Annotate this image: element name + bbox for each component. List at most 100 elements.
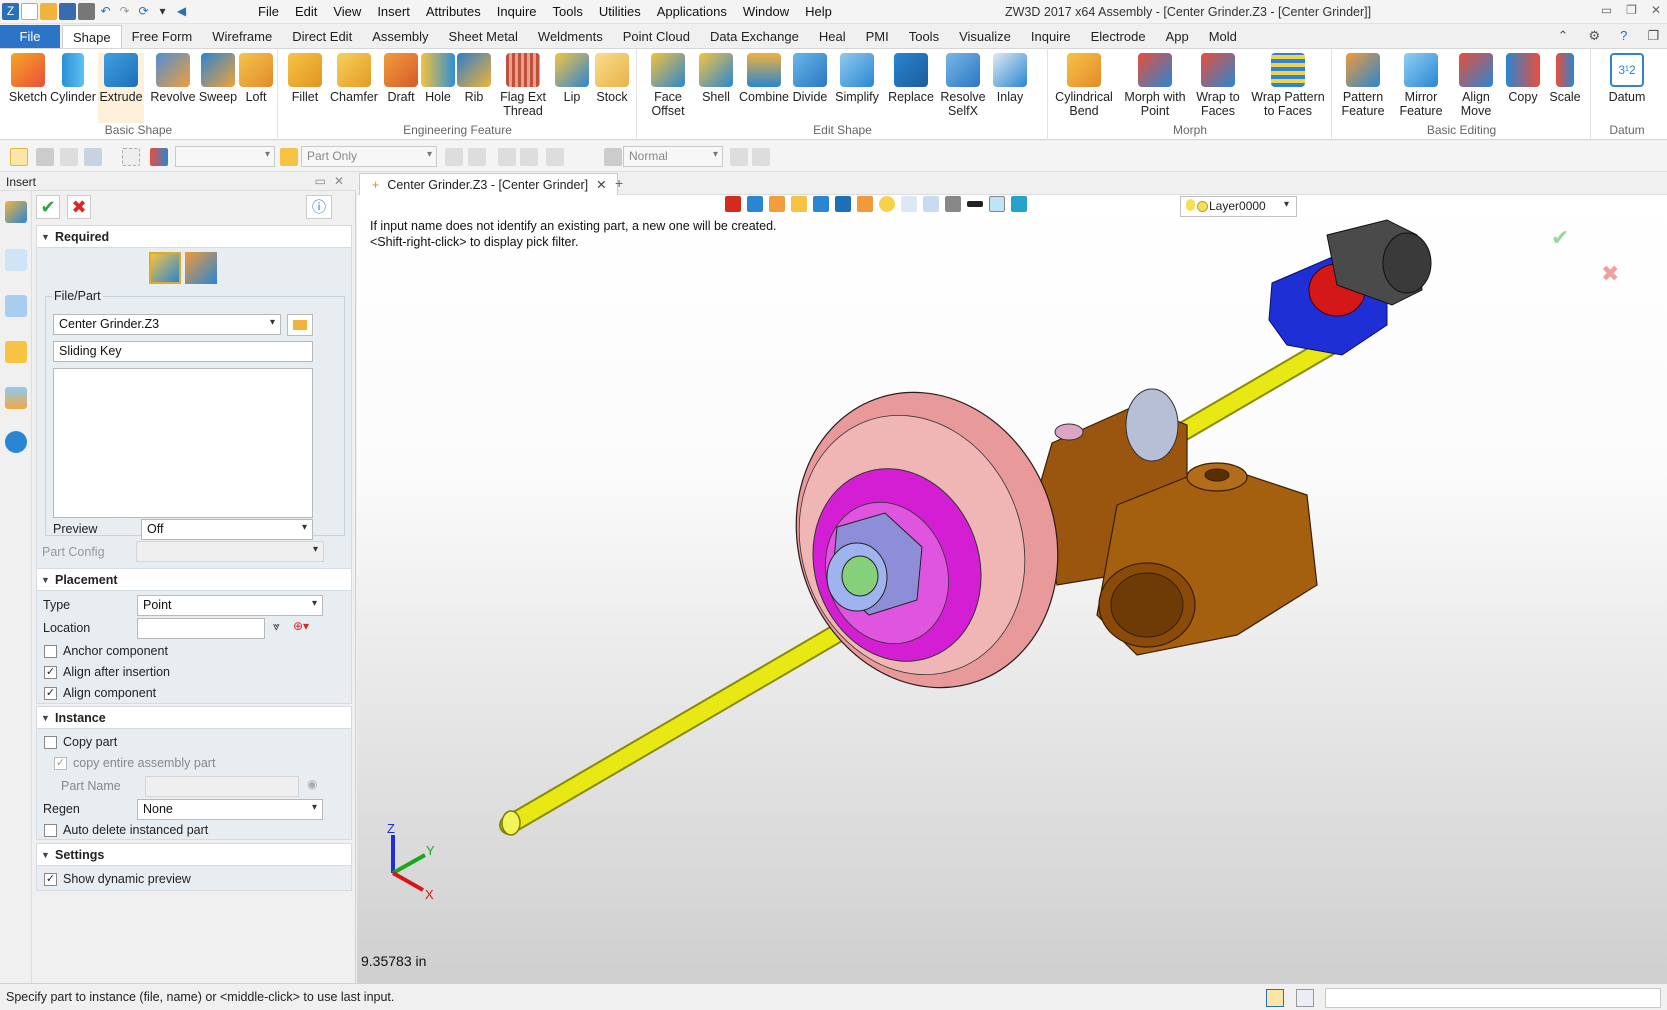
scale-button[interactable]: Scale [1545,53,1585,104]
insert-tool-icon[interactable] [5,201,27,223]
pick-arrow-icon[interactable] [10,148,28,166]
box-select-icon[interactable] [84,148,102,166]
menu-window[interactable]: Window [735,4,797,20]
snap-icon[interactable] [604,148,622,166]
reject-x-icon[interactable]: ✖ [1601,261,1619,287]
tab-shape[interactable]: Shape [62,25,122,48]
cylindrical-bend-button[interactable]: Cylindrical Bend [1051,53,1117,118]
menu-inquire[interactable]: Inquire [489,4,545,20]
status-input[interactable] [1325,988,1661,1008]
collapse-ribbon-icon[interactable]: ⌃ [1558,28,1569,44]
menu-tools[interactable]: Tools [545,4,591,20]
cancel-button[interactable]: ✖ [67,195,91,219]
tab-visualize[interactable]: Visualize [949,25,1021,48]
part-list[interactable] [53,368,313,518]
tab-tools[interactable]: Tools [899,25,949,48]
fillet-button[interactable]: Fillet [283,53,327,104]
cursor-icon[interactable] [730,148,748,166]
minus-icon[interactable] [60,148,78,166]
minimize-button[interactable]: ▭ [1601,3,1612,17]
menu-help[interactable]: Help [797,4,840,20]
sphere-icon[interactable] [879,196,895,212]
settings-gear-icon[interactable]: ⚙ [1588,28,1600,44]
orange-cube-icon[interactable] [857,196,873,212]
inlay-button[interactable]: Inlay [990,53,1030,104]
status-icon-a[interactable] [1266,989,1284,1007]
placement-header[interactable]: Placement [37,569,351,591]
window-restore-icon[interactable]: ❐ [1647,28,1659,44]
flag-ext-thread-button[interactable]: Flag Ext Thread [493,53,553,118]
assembly-model[interactable] [357,195,1667,983]
revolve-button[interactable]: Revolve [150,53,196,104]
resolve-selfx-button[interactable]: Resolve SelfX [938,53,988,118]
new-file-icon[interactable] [21,3,38,20]
print-icon[interactable] [78,3,95,20]
combine-button[interactable]: Combine [738,53,790,104]
tab-heal[interactable]: Heal [809,25,856,48]
menu-applications[interactable]: Applications [649,4,735,20]
menu-view[interactable]: View [325,4,369,20]
menu-utilities[interactable]: Utilities [591,4,649,20]
simplify-button[interactable]: Simplify [830,53,884,104]
restore-button[interactable]: ❐ [1626,3,1637,17]
ok-button[interactable]: ✔ [36,195,60,219]
part-name-input[interactable]: Sliding Key [53,341,313,362]
chamfer-button[interactable]: Chamfer [327,53,381,104]
settings-header[interactable]: Settings [37,844,351,866]
part-library-icon[interactable] [5,341,27,363]
save-icon[interactable] [59,3,76,20]
history-tree-icon[interactable] [5,295,27,317]
info-button[interactable]: ⓘ [306,195,332,219]
lip-button[interactable]: Lip [553,53,591,104]
layer-dropdown-icon[interactable]: ▾ [1284,199,1289,210]
divide-button[interactable]: Divide [790,53,830,104]
draft-button[interactable]: Draft [381,53,421,104]
type-combo[interactable]: Point [137,595,323,616]
copy-button[interactable]: Copy [1503,53,1543,104]
menu-attributes[interactable]: Attributes [418,4,489,20]
filter-combo[interactable] [175,146,275,167]
morph-with-point-button[interactable]: Morph with Point [1121,53,1189,118]
app-logo-icon[interactable]: Z [2,3,19,20]
anchor-component-checkbox[interactable] [44,645,57,658]
move-icon[interactable] [36,148,54,166]
layer-stack-icon[interactable] [1011,196,1027,212]
section-icon[interactable] [923,196,939,212]
copy-part-checkbox[interactable] [44,736,57,749]
filter-icon[interactable] [150,148,168,166]
face-offset-button[interactable]: Face Offset [644,53,692,118]
cube-view-icon[interactable] [813,196,829,212]
accept-check-icon[interactable]: ✔ [1551,225,1569,251]
shade-icon[interactable] [791,196,807,212]
tab-free-form[interactable]: Free Form [122,25,203,48]
extrude-button[interactable]: Extrude [98,53,144,123]
back-arrow-icon[interactable]: ◀ [173,3,190,20]
3d-viewport[interactable]: Z Y X ✔ ✖ [357,195,1667,983]
wrap-to-faces-button[interactable]: Wrap to Faces [1193,53,1243,118]
preview-combo[interactable]: Off [141,519,313,540]
menu-file[interactable]: File [250,4,287,20]
assembly-tree-icon[interactable] [5,249,27,271]
tab-sheet-metal[interactable]: Sheet Metal [439,25,528,48]
toggle-e-icon[interactable] [546,148,564,166]
lasso-icon[interactable] [122,148,140,166]
tab-wireframe[interactable]: Wireframe [202,25,282,48]
required-header[interactable]: Required [37,226,351,248]
hole-button[interactable]: Hole [419,53,457,104]
pattern-feature-button[interactable]: Pattern Feature [1335,53,1391,118]
rotate-view-icon[interactable] [747,196,763,212]
user-icon[interactable] [5,431,27,453]
tab-direct-edit[interactable]: Direct Edit [282,25,362,48]
tab-point-cloud[interactable]: Point Cloud [613,25,700,48]
wrap-pattern-to-faces-button[interactable]: Wrap Pattern to Faces [1247,53,1329,118]
align-component-checkbox[interactable]: ✓ [44,687,57,700]
shell-button[interactable]: Shell [696,53,736,104]
tab-mold[interactable]: Mold [1199,25,1247,48]
part-only-combo[interactable]: Part Only [301,146,437,167]
insert-mode-b-icon[interactable] [185,252,217,284]
tab-assembly[interactable]: Assembly [362,25,438,48]
file-combo[interactable]: Center Grinder.Z3 [53,314,281,335]
document-tab[interactable]: + Center Grinder.Z3 - [Center Grinder] ✕ [359,173,618,195]
rib-button[interactable]: Rib [455,53,493,104]
image-icon[interactable] [5,387,27,409]
